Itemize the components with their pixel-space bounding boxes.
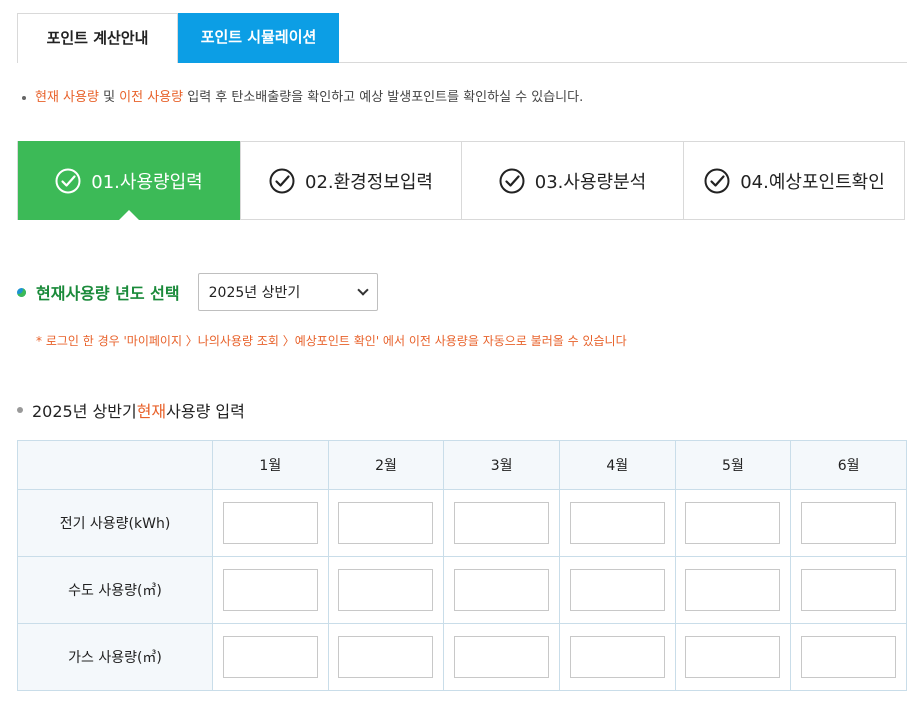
step-label: 01.사용량입력	[91, 171, 203, 193]
step-usage-analysis[interactable]: 03.사용량분석	[461, 141, 683, 220]
month-header: 2월	[327, 440, 445, 490]
info-text: 현재 사용량 및 이전 사용량 입력 후 탄소배출량을 확인하고 예상 발생포인…	[22, 86, 583, 105]
water-input-may[interactable]	[685, 569, 781, 611]
electricity-input-may[interactable]	[685, 502, 781, 544]
tab-point-simulation[interactable]: 포인트 시뮬레이션	[178, 13, 339, 63]
login-notice: * 로그인 한 경우 '마이페이지 〉나의사용량 조회 〉예상포인트 확인' 에…	[36, 334, 627, 348]
table-corner	[17, 440, 213, 490]
month-header: 4월	[558, 440, 676, 490]
electricity-input-apr[interactable]	[569, 502, 665, 544]
water-input-apr[interactable]	[569, 569, 665, 611]
active-step-pointer	[118, 210, 140, 221]
water-input-mar[interactable]	[454, 569, 550, 611]
check-circle-icon	[269, 168, 295, 194]
info-highlight-previous: 이전 사용량	[119, 90, 184, 105]
row-label-water: 수도 사용량(㎥)	[17, 556, 213, 624]
table-row: 가스 사용량(㎥)	[17, 623, 907, 691]
section-title: 2025년 상반기 현재 사용량 입력	[17, 398, 245, 422]
section-title-highlight: 현재	[136, 402, 167, 421]
info-highlight-current: 현재 사용량	[35, 90, 99, 105]
info-and: 및	[98, 90, 120, 105]
month-header: 5월	[674, 440, 792, 490]
electricity-input-jun[interactable]	[801, 502, 897, 544]
table-header-row: 1월 2월 3월 4월 5월 6월	[17, 440, 907, 490]
month-header: 1월	[212, 440, 329, 490]
tab-point-calc-guide[interactable]: 포인트 계산안내	[17, 13, 178, 63]
water-input-jan[interactable]	[222, 569, 318, 611]
step-usage-input[interactable]: 01.사용량입력	[18, 141, 240, 221]
step-expected-point[interactable]: 04.예상포인트확인	[683, 141, 905, 220]
chevron-down-icon	[356, 284, 369, 296]
row-label-electricity: 전기 사용량(kWh)	[17, 489, 213, 557]
month-header: 3월	[443, 440, 560, 490]
step-label: 02.환경정보입력	[305, 171, 433, 193]
step-label: 04.예상포인트확인	[740, 171, 885, 193]
check-circle-icon	[55, 168, 81, 194]
check-circle-icon	[704, 168, 730, 194]
section-title-pre: 2025년 상반기	[32, 402, 137, 421]
gas-input-apr[interactable]	[569, 636, 665, 678]
electricity-input-feb[interactable]	[338, 502, 434, 544]
gas-input-feb[interactable]	[338, 636, 434, 678]
water-input-jun[interactable]	[801, 569, 897, 611]
electricity-input-jan[interactable]	[222, 502, 318, 544]
usage-input-table: 1월 2월 3월 4월 5월 6월 전기 사용량(kWh) 수도 사용량(㎥)	[17, 440, 907, 691]
table-row: 수도 사용량(㎥)	[17, 556, 907, 624]
step-label: 03.사용량분석	[534, 171, 647, 193]
gas-input-jun[interactable]	[801, 636, 897, 678]
gas-input-mar[interactable]	[454, 636, 550, 678]
water-input-feb[interactable]	[338, 569, 434, 611]
year-select-label: 현재사용량 년도 선택	[36, 284, 180, 303]
year-select[interactable]: 2025년 상반기	[197, 273, 378, 311]
month-header: 6월	[790, 440, 907, 490]
bullet-dot-icon	[17, 287, 26, 297]
year-select-value: 2025년 상반기	[208, 285, 301, 301]
gas-input-jan[interactable]	[222, 636, 318, 678]
electricity-input-mar[interactable]	[454, 502, 550, 544]
row-label-gas: 가스 사용량(㎥)	[17, 623, 213, 691]
top-tabs: 포인트 계산안내 포인트 시뮬레이션	[17, 13, 907, 63]
bullet-icon	[22, 95, 26, 100]
section-title-post: 사용량 입력	[166, 402, 245, 421]
gas-input-may[interactable]	[685, 636, 781, 678]
table-row: 전기 사용량(kWh)	[17, 489, 907, 557]
check-circle-icon	[499, 168, 525, 194]
bullet-icon	[17, 407, 23, 413]
year-select-row: 현재사용량 년도 선택 2025년 상반기	[17, 273, 378, 311]
step-indicator: 01.사용량입력 02.환경정보입력 03.사용량분석 04.예상포인트확인	[17, 141, 905, 221]
info-rest: 입력 후 탄소배출량을 확인하고 예상 발생포인트를 확인하실 수 있습니다.	[183, 90, 584, 105]
step-env-info-input[interactable]: 02.환경정보입력	[240, 141, 461, 220]
